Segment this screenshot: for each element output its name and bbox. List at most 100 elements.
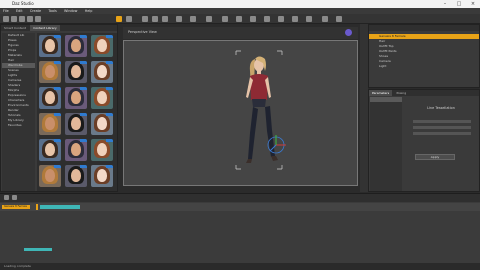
portrait-face xyxy=(97,91,107,104)
node-tool-icon[interactable] xyxy=(126,16,132,22)
content-library-tabs: Smart Content Content Library xyxy=(1,25,117,31)
window-title: Daz Studio xyxy=(12,1,34,6)
portrait-face xyxy=(45,65,55,78)
viewport-header: Perspective View xyxy=(123,27,358,39)
select-tool-icon[interactable] xyxy=(116,16,122,22)
title-bar: Daz Studio – □ × xyxy=(0,0,480,8)
maximize-icon[interactable]: □ xyxy=(452,0,466,8)
asset-thumbnail[interactable] xyxy=(65,165,87,187)
timeline-tracks xyxy=(0,212,480,262)
camera-tool-icon[interactable] xyxy=(176,16,182,22)
menu-help[interactable]: Help xyxy=(85,9,93,13)
stop-icon[interactable] xyxy=(12,195,17,200)
menu-tools[interactable]: Tools xyxy=(48,9,56,13)
render-icon[interactable] xyxy=(222,16,228,22)
portrait-face xyxy=(97,39,107,52)
rotate-tool-icon[interactable] xyxy=(152,16,158,22)
keyframe-range[interactable] xyxy=(40,205,80,209)
timeline-scrollbar[interactable] xyxy=(24,248,52,251)
joint-tool-icon[interactable] xyxy=(278,16,284,22)
property-groups xyxy=(370,97,402,191)
property-group-item[interactable] xyxy=(370,132,402,137)
timeline-ruler[interactable]: Genesis 8 Female xyxy=(0,203,480,211)
navigation-cube-icon[interactable] xyxy=(345,29,352,36)
menu-window[interactable]: Window xyxy=(64,9,77,13)
undo-icon[interactable] xyxy=(27,16,33,22)
scene-item[interactable]: Light xyxy=(369,64,479,69)
asset-thumbnail[interactable] xyxy=(91,87,113,109)
track-label: Genesis 8 Female xyxy=(2,205,30,209)
asset-thumbnail[interactable] xyxy=(91,35,113,57)
minimize-icon[interactable]: – xyxy=(438,0,452,8)
spot-render-icon[interactable] xyxy=(236,16,242,22)
menu-file[interactable]: File xyxy=(3,9,9,13)
asset-badge-icon xyxy=(54,87,61,90)
redo-icon[interactable] xyxy=(35,16,41,22)
light-tool-icon[interactable] xyxy=(190,16,196,22)
save-icon[interactable] xyxy=(19,16,25,22)
close-icon[interactable]: × xyxy=(466,0,480,8)
female-figure[interactable] xyxy=(246,56,278,164)
tab-smart-content[interactable]: Smart Content xyxy=(1,25,29,31)
asset-thumbnail[interactable] xyxy=(65,87,87,109)
tab-posing[interactable]: Posing xyxy=(393,90,409,96)
portrait-face xyxy=(71,91,81,104)
asset-thumbnail[interactable] xyxy=(91,165,113,187)
asset-thumbnail[interactable] xyxy=(39,35,61,57)
asset-thumbnail[interactable] xyxy=(65,113,87,135)
asset-badge-icon xyxy=(106,87,113,90)
parameter-line xyxy=(413,132,471,135)
playhead[interactable] xyxy=(36,204,38,210)
portrait-face xyxy=(71,39,81,52)
menu-create[interactable]: Create xyxy=(30,9,41,13)
surface-tool-icon[interactable] xyxy=(292,16,298,22)
pose-tool-icon[interactable] xyxy=(250,16,256,22)
asset-thumbnail[interactable] xyxy=(39,113,61,135)
asset-thumbnail[interactable] xyxy=(65,35,87,57)
menu-edit[interactable]: Edit xyxy=(16,9,23,13)
portrait-face xyxy=(71,65,81,78)
category-tree: Default Lib Poses Figures Props Material… xyxy=(2,33,35,191)
portrait-face xyxy=(45,143,55,156)
move-tool-icon[interactable] xyxy=(142,16,148,22)
asset-thumbnail[interactable] xyxy=(91,139,113,161)
asset-thumbnail[interactable] xyxy=(91,61,113,83)
asset-thumbnail[interactable] xyxy=(39,165,61,187)
asset-badge-icon xyxy=(106,139,113,142)
scale-tool-icon[interactable] xyxy=(162,16,168,22)
asset-badge-icon xyxy=(80,113,87,116)
asset-thumbnail[interactable] xyxy=(91,113,113,135)
viewport-scene xyxy=(235,50,286,170)
gizmo-icon[interactable] xyxy=(322,16,328,22)
morph-tool-icon[interactable] xyxy=(264,16,270,22)
bone-icon[interactable] xyxy=(336,16,342,22)
new-scene-icon[interactable] xyxy=(3,16,9,22)
portrait-face xyxy=(97,65,107,78)
asset-thumbnail[interactable] xyxy=(39,87,61,109)
parameters-tabs: Parameters Posing xyxy=(369,90,479,96)
asset-thumbnail[interactable] xyxy=(65,139,87,161)
camera-selector[interactable]: Perspective View xyxy=(128,30,157,34)
geometry-tool-icon[interactable] xyxy=(206,16,212,22)
category-item[interactable]: Favorites xyxy=(2,123,35,128)
apply-button[interactable]: Apply xyxy=(415,154,455,160)
portrait-face xyxy=(71,169,81,182)
play-icon[interactable] xyxy=(4,195,9,200)
asset-badge-icon xyxy=(54,165,61,168)
open-icon[interactable] xyxy=(11,16,17,22)
tab-parameters[interactable]: Parameters xyxy=(369,90,393,96)
asset-thumbnail-grid xyxy=(37,33,117,191)
asset-thumbnail[interactable] xyxy=(65,61,87,83)
tab-content-library[interactable]: Content Library xyxy=(30,25,60,31)
scene-tabs xyxy=(369,25,479,31)
asset-thumbnail[interactable] xyxy=(39,61,61,83)
parameter-line xyxy=(413,120,471,123)
hair-tool-icon[interactable] xyxy=(306,16,312,22)
portrait-face xyxy=(97,117,107,130)
status-bar: Loading complete xyxy=(0,263,480,270)
portrait-face xyxy=(71,117,81,130)
scene-tree: Genesis 8 Female Hair Outfit Top Outfit … xyxy=(369,34,479,69)
timeline-toolbar xyxy=(0,194,480,202)
3d-viewport[interactable] xyxy=(123,40,358,186)
asset-thumbnail[interactable] xyxy=(39,139,61,161)
